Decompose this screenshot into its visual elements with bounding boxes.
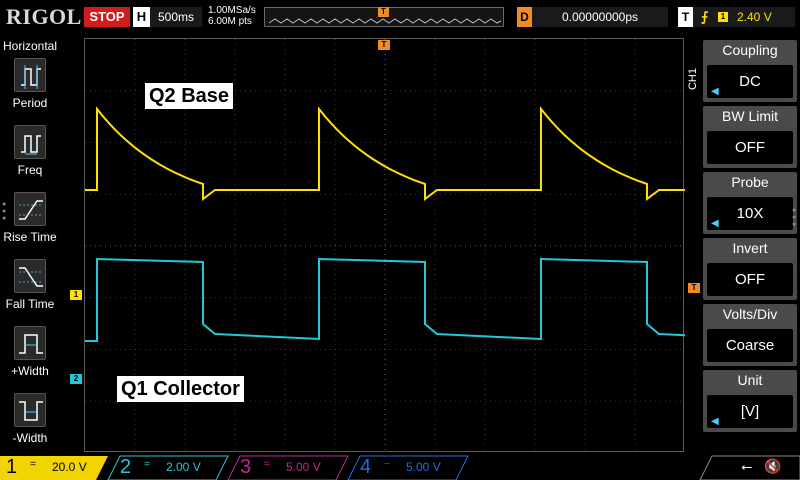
measure-freq-button[interactable]: Freq	[0, 125, 60, 191]
probe-value: ◀ 10X	[707, 197, 793, 230]
unit-value: ◀ [V]	[707, 395, 793, 428]
coupling-menu-button[interactable]: Coupling ◀ DC	[703, 40, 797, 102]
dc-coupling-icon: =	[30, 459, 36, 470]
invert-title: Invert	[732, 240, 768, 256]
rising-edge-icon: ⨍	[701, 9, 709, 24]
speaker-mute-icon[interactable]: 🔇	[764, 458, 781, 475]
ch2-number: 2	[120, 456, 132, 478]
measure-negative-width-button[interactable]: -Width	[0, 393, 60, 459]
memory-depth: 6.00M pts	[208, 16, 252, 27]
probe-title: Probe	[731, 174, 769, 190]
trigger-source: 1	[718, 12, 728, 22]
measure-fall-time-button[interactable]: Fall Time	[0, 259, 60, 325]
bw-limit-title: BW Limit	[722, 108, 778, 124]
measure-freq-label: Freq	[17, 163, 43, 177]
ch4-status-tab[interactable]: 4 ~ 5.00 V	[354, 454, 462, 480]
trigger-level: 2.40 V	[737, 10, 772, 24]
trigger-settings[interactable]: ⨍ 1 2.40 V	[693, 7, 795, 27]
timebase-value[interactable]: 500ms	[150, 7, 202, 27]
invert-menu-button[interactable]: Invert OFF	[703, 238, 797, 300]
ch1-number: 1	[6, 456, 18, 478]
ch4-scale: 5.00 V	[406, 460, 441, 474]
select-arrow-icon: ◀	[711, 416, 719, 427]
trigger-position-marker: T	[378, 7, 389, 17]
negative-width-icon	[14, 393, 46, 427]
ch1-scale: 20.0 V	[52, 460, 87, 474]
ch2-scale: 2.00 V	[166, 460, 201, 474]
delay-value[interactable]: 0.00000000ps	[532, 7, 668, 27]
dc-coupling-icon: =	[144, 459, 150, 470]
ch1-status-tab[interactable]: 1 = 20.0 V	[0, 454, 108, 480]
run-stop-status[interactable]: STOP	[84, 7, 130, 27]
select-arrow-icon: ◀	[711, 218, 719, 229]
measure-fall-time-label: Fall Time	[5, 297, 55, 311]
sample-rate: 1.00MSa/s	[208, 5, 256, 16]
top-status-bar: RIGOL STOP H 500ms 1.00MSa/s 6.00M pts T…	[0, 0, 800, 38]
trigger-level-marker[interactable]: T	[688, 283, 700, 293]
left-panel-title: Horizontal	[2, 39, 58, 53]
fall-time-icon	[14, 259, 46, 293]
invert-value: OFF	[707, 263, 793, 296]
volts-div-menu-button[interactable]: Volts/Div Coarse	[703, 304, 797, 366]
ac-coupling-icon: ~	[384, 459, 390, 470]
sample-info: 1.00MSa/s 6.00M pts	[208, 5, 256, 27]
ch3-status-tab[interactable]: 3 = 5.00 V	[234, 454, 342, 480]
page-dots-right: ● ● ●	[792, 207, 797, 228]
measure-negative-width-label: -Width	[12, 431, 48, 445]
measure-positive-width-label: +Width	[11, 364, 49, 378]
bw-limit-menu-button[interactable]: BW Limit OFF	[703, 106, 797, 168]
channel-status-bar: 1 = 20.0 V 2 = 2.00 V 3 = 5.00 V 4 ~ 5.0…	[0, 454, 800, 480]
frequency-icon	[14, 125, 46, 159]
positive-width-icon	[14, 326, 46, 360]
rise-time-icon	[14, 192, 46, 226]
coupling-value: ◀ DC	[707, 65, 793, 98]
unit-menu-button[interactable]: Unit ◀ [V]	[703, 370, 797, 432]
unit-title: Unit	[737, 372, 763, 388]
waveform-display[interactable]: Q2 Base Q1 Collector	[84, 38, 685, 453]
trigger-time-marker[interactable]: T	[378, 40, 390, 50]
measure-rise-time-label: Rise Time	[3, 230, 57, 244]
volts-div-value: Coarse	[707, 329, 793, 362]
ch3-scale: 5.00 V	[286, 460, 321, 474]
measure-positive-width-button[interactable]: +Width	[0, 326, 60, 392]
trace-label-q1-collector: Q1 Collector	[117, 376, 244, 402]
period-icon	[14, 58, 46, 92]
channel-menu-label: CH1	[687, 68, 699, 91]
ch2-offset-marker[interactable]: 2	[70, 374, 82, 384]
dc-coupling-icon: =	[264, 459, 270, 470]
probe-menu-button[interactable]: Probe ◀ 10X	[703, 172, 797, 234]
usb-icon: ⭠	[741, 458, 753, 474]
brand-logo: RIGOL	[6, 4, 82, 29]
trace-label-q2-base: Q2 Base	[145, 83, 234, 109]
left-measure-panel: Horizontal Period Freq Rise Time Fall Ti…	[0, 38, 60, 452]
volts-div-title: Volts/Div	[722, 306, 778, 322]
ch2-status-tab[interactable]: 2 = 2.00 V	[114, 454, 222, 480]
page-dots: ● ● ●	[2, 201, 7, 222]
bw-limit-value: OFF	[707, 131, 793, 164]
measure-period-label: Period	[12, 96, 48, 110]
measure-period-button[interactable]: Period	[0, 58, 60, 124]
ch4-number: 4	[360, 456, 372, 478]
select-arrow-icon: ◀	[711, 86, 719, 97]
channel-menu-panel: Coupling ◀ DC BW Limit OFF Probe ◀ 10X Inv…	[703, 38, 800, 452]
measure-rise-time-button[interactable]: Rise Time	[0, 192, 60, 258]
horizontal-label: H	[133, 7, 150, 27]
delay-label: D	[517, 7, 532, 27]
ch1-offset-marker[interactable]: 1	[70, 290, 82, 300]
coupling-title: Coupling	[722, 42, 778, 58]
trigger-label: T	[678, 7, 693, 27]
ch3-number: 3	[240, 456, 252, 478]
